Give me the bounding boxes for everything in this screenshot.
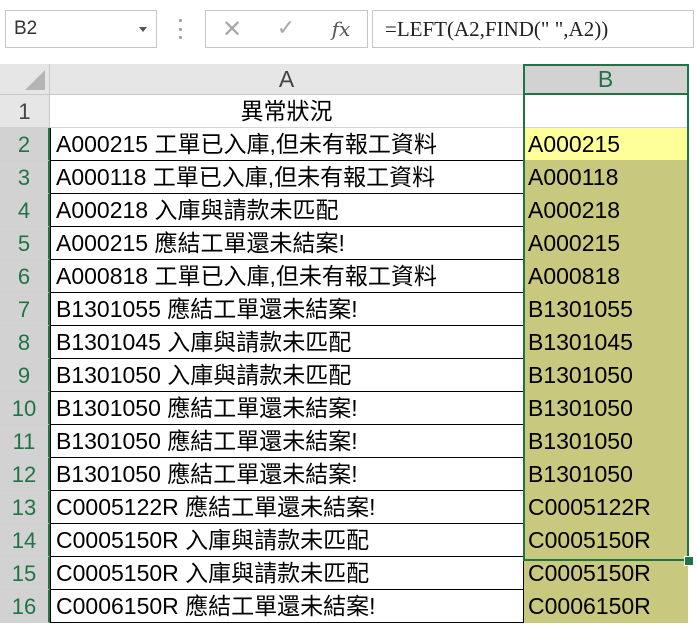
formula-bar: B2 ✕ ✓ fx =LEFT(A2,FIND(" ",A2)) (0, 0, 698, 65)
cancel-icon[interactable]: ✕ (212, 11, 252, 47)
cell-b[interactable]: C0006150R (524, 590, 688, 623)
row-header[interactable]: 16 (0, 590, 50, 623)
row-header[interactable]: 14 (0, 524, 50, 557)
cell-a[interactable]: B1301045 入庫與請款未匹配 (50, 326, 524, 359)
cell-a[interactable]: B1301050 入庫與請款未匹配 (50, 359, 524, 392)
cell-b[interactable]: B1301055 (524, 293, 688, 326)
cell-a[interactable]: C0005150R 入庫與請款未匹配 (50, 557, 524, 590)
chevron-down-icon[interactable] (139, 27, 147, 32)
row-header[interactable]: 6 (0, 260, 50, 293)
row-header[interactable]: 9 (0, 359, 50, 392)
cell-a[interactable]: B1301050 應結工單還未結案! (50, 425, 524, 458)
row-header[interactable]: 3 (0, 161, 50, 194)
cell-b[interactable]: A000118 (524, 161, 688, 194)
cell-a[interactable]: C0005150R 入庫與請款未匹配 (50, 524, 524, 557)
cell-a[interactable]: C0006150R 應結工單還未結案! (50, 590, 524, 623)
column-header-a[interactable]: A (50, 64, 524, 95)
select-all-icon (25, 70, 45, 90)
cell-a[interactable]: A000218 入庫與請款未匹配 (50, 194, 524, 227)
cell-b[interactable]: C0005122R (524, 491, 688, 524)
cell-b[interactable]: A000818 (524, 260, 688, 293)
row-header[interactable]: 7 (0, 293, 50, 326)
cell-b[interactable]: B1301050 (524, 392, 688, 425)
row-header[interactable]: 2 (0, 128, 50, 161)
cell-a[interactable]: A000118 工單已入庫,但未有報工資料 (50, 161, 524, 194)
cell-b[interactable] (524, 95, 688, 128)
cell-a[interactable]: A000215 應結工單還未結案! (50, 227, 524, 260)
cell-a[interactable]: B1301055 應結工單還未結案! (50, 293, 524, 326)
column-header-b[interactable]: B (524, 64, 688, 95)
check-icon[interactable]: ✓ (266, 11, 306, 47)
cell-b[interactable]: B1301045 (524, 326, 688, 359)
cell-a[interactable]: C0005122R 應結工單還未結案! (50, 491, 524, 524)
row-header[interactable]: 1 (0, 95, 50, 128)
cell-b[interactable]: C0005150R (524, 557, 688, 590)
cell-b[interactable]: B1301050 (524, 359, 688, 392)
row-header[interactable]: 15 (0, 557, 50, 590)
column-c-edge (688, 95, 698, 629)
fill-handle[interactable] (684, 556, 694, 566)
formula-buttons: ✕ ✓ fx (205, 10, 368, 48)
row-header[interactable]: 4 (0, 194, 50, 227)
cell-a[interactable]: B1301050 應結工單還未結案! (50, 458, 524, 491)
drag-handle-icon[interactable] (178, 19, 182, 39)
cell-b[interactable]: A000218 (524, 194, 688, 227)
row-header[interactable]: 5 (0, 227, 50, 260)
active-cell-b2[interactable]: A000215 (524, 128, 688, 161)
cell-a[interactable]: B1301050 應結工單還未結案! (50, 392, 524, 425)
select-all-button[interactable] (0, 64, 50, 95)
row-header[interactable]: 11 (0, 425, 50, 458)
spreadsheet-grid: A B 1 異常狀況 2 A000215 工單已入庫,但未有報工資料 A000215 3 A… (0, 64, 698, 629)
cell-b[interactable]: B1301050 (524, 425, 688, 458)
cell-b[interactable]: C0005150R (524, 524, 688, 557)
insert-function-icon[interactable]: fx (321, 11, 361, 47)
row-header[interactable]: 10 (0, 392, 50, 425)
row-header[interactable]: 12 (0, 458, 50, 491)
header-cell-a[interactable]: 異常狀況 (50, 95, 524, 128)
row-header[interactable]: 13 (0, 491, 50, 524)
row-header[interactable]: 8 (0, 326, 50, 359)
name-box-value: B2 (14, 18, 38, 39)
formula-input[interactable]: =LEFT(A2,FIND(" ",A2)) (372, 10, 694, 48)
cell-b[interactable]: B1301050 (524, 458, 688, 491)
cell-a[interactable]: A000818 工單已入庫,但未有報工資料 (50, 260, 524, 293)
name-box[interactable]: B2 (5, 10, 157, 48)
cell-b[interactable]: A000215 (524, 227, 688, 260)
cell-a[interactable]: A000215 工單已入庫,但未有報工資料 (50, 128, 524, 161)
